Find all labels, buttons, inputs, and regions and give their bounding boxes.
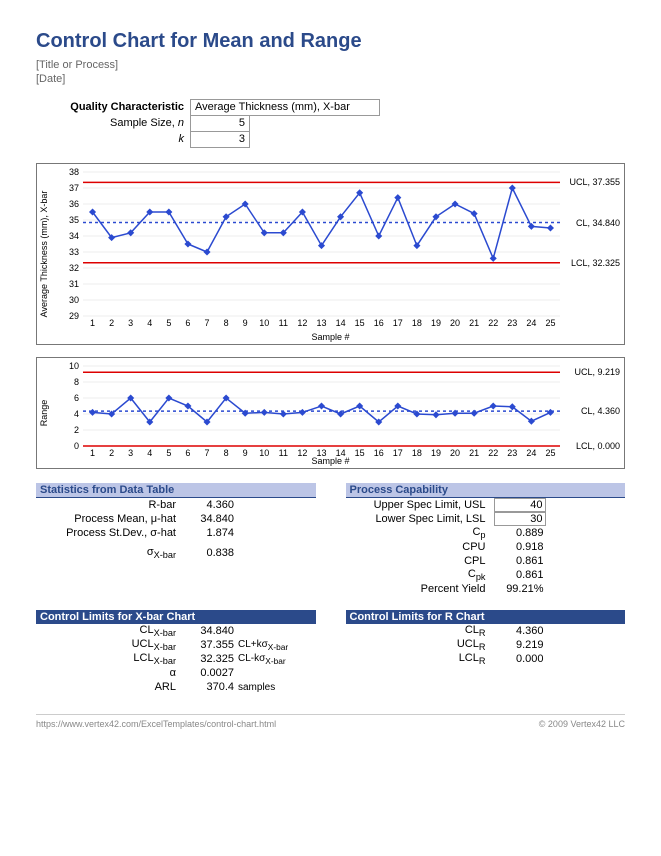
cpk-label: Cpk [346, 568, 494, 582]
rbar-label: R-bar [36, 499, 184, 511]
r-ucl-label: UCLR [346, 638, 494, 652]
xbar-lcl-label: LCLX-bar [36, 652, 184, 666]
capability-header: Process Capability [346, 483, 626, 498]
stdev-label: Process St.Dev., σ-hat [36, 527, 184, 539]
r-lcl-label: LCLR [346, 652, 494, 666]
xbar-ucl-val: 37.355 [184, 639, 234, 651]
placeholder-title: [Title or Process] [36, 59, 625, 71]
cpl-val: 0.861 [494, 555, 544, 567]
footer-copyright: © 2009 Vertex42 LLC [539, 719, 625, 729]
sigma-xbar-label: σX-bar [36, 546, 184, 560]
xbar-limits-header: Control Limits for X-bar Chart [36, 610, 316, 624]
xbar-ylabel: Average Thickness (mm), X-bar [39, 191, 49, 318]
cp-val: 0.889 [494, 527, 544, 539]
footer-url: https://www.vertex42.com/ExcelTemplates/… [36, 719, 276, 729]
rbar-val: 4.360 [184, 499, 234, 511]
range-chart: Range 0246810123456789101112131415161718… [36, 357, 625, 469]
qc-label: Quality Characteristic [36, 101, 190, 113]
r-cl-label: CLR [346, 624, 494, 638]
stdev-val: 1.874 [184, 527, 234, 539]
r-cl-val: 4.360 [494, 625, 544, 637]
range-ylabel: Range [39, 400, 49, 427]
r-limits-header: Control Limits for R Chart [346, 610, 626, 624]
xbar-lcl-val: 32.325 [184, 653, 234, 665]
cpk-val: 0.861 [494, 569, 544, 581]
sample-size-input[interactable]: 5 [190, 115, 250, 132]
alpha-label: α [36, 667, 184, 679]
xbar-cl-val: 34.840 [184, 625, 234, 637]
qc-value[interactable]: Average Thickness (mm), X-bar [190, 99, 380, 116]
cpu-label: CPU [346, 541, 494, 553]
k-label: k [36, 133, 190, 145]
lsl-label: Lower Spec Limit, LSL [346, 513, 494, 525]
cpu-val: 0.918 [494, 541, 544, 553]
xbar-chart: Average Thickness (mm), X-bar 2930313233… [36, 163, 625, 345]
sigma-xbar-val: 0.838 [184, 547, 234, 559]
mean-val: 34.840 [184, 513, 234, 525]
arl-label: ARL [36, 681, 184, 693]
k-input[interactable]: 3 [190, 131, 250, 148]
stats-header: Statistics from Data Table [36, 483, 316, 498]
xbar-cl-label: CLX-bar [36, 624, 184, 638]
cp-label: Cp [346, 526, 494, 540]
arl-val: 370.4 [184, 681, 234, 693]
placeholder-date: [Date] [36, 73, 625, 85]
usl-input[interactable]: 40 [494, 498, 546, 512]
arl-unit: samples [234, 682, 275, 693]
usl-label: Upper Spec Limit, USL [346, 499, 494, 511]
alpha-val: 0.0027 [184, 667, 234, 679]
sample-size-label: Sample Size, n [36, 117, 190, 129]
lsl-input[interactable]: 30 [494, 512, 546, 526]
mean-label: Process Mean, μ-hat [36, 513, 184, 525]
xbar-xlabel: Sample # [37, 332, 624, 342]
yield-label: Percent Yield [346, 583, 494, 595]
page-title: Control Chart for Mean and Range [36, 30, 625, 53]
r-ucl-val: 9.219 [494, 639, 544, 651]
xbar-ucl-label: UCLX-bar [36, 638, 184, 652]
xbar-ucl-formula: CL+kσX-bar [234, 639, 288, 652]
cpl-label: CPL [346, 555, 494, 567]
range-xlabel: Sample # [37, 456, 624, 466]
r-lcl-val: 0.000 [494, 653, 544, 665]
xbar-lcl-formula: CL-kσX-bar [234, 653, 286, 666]
yield-val: 99.21% [494, 583, 544, 595]
